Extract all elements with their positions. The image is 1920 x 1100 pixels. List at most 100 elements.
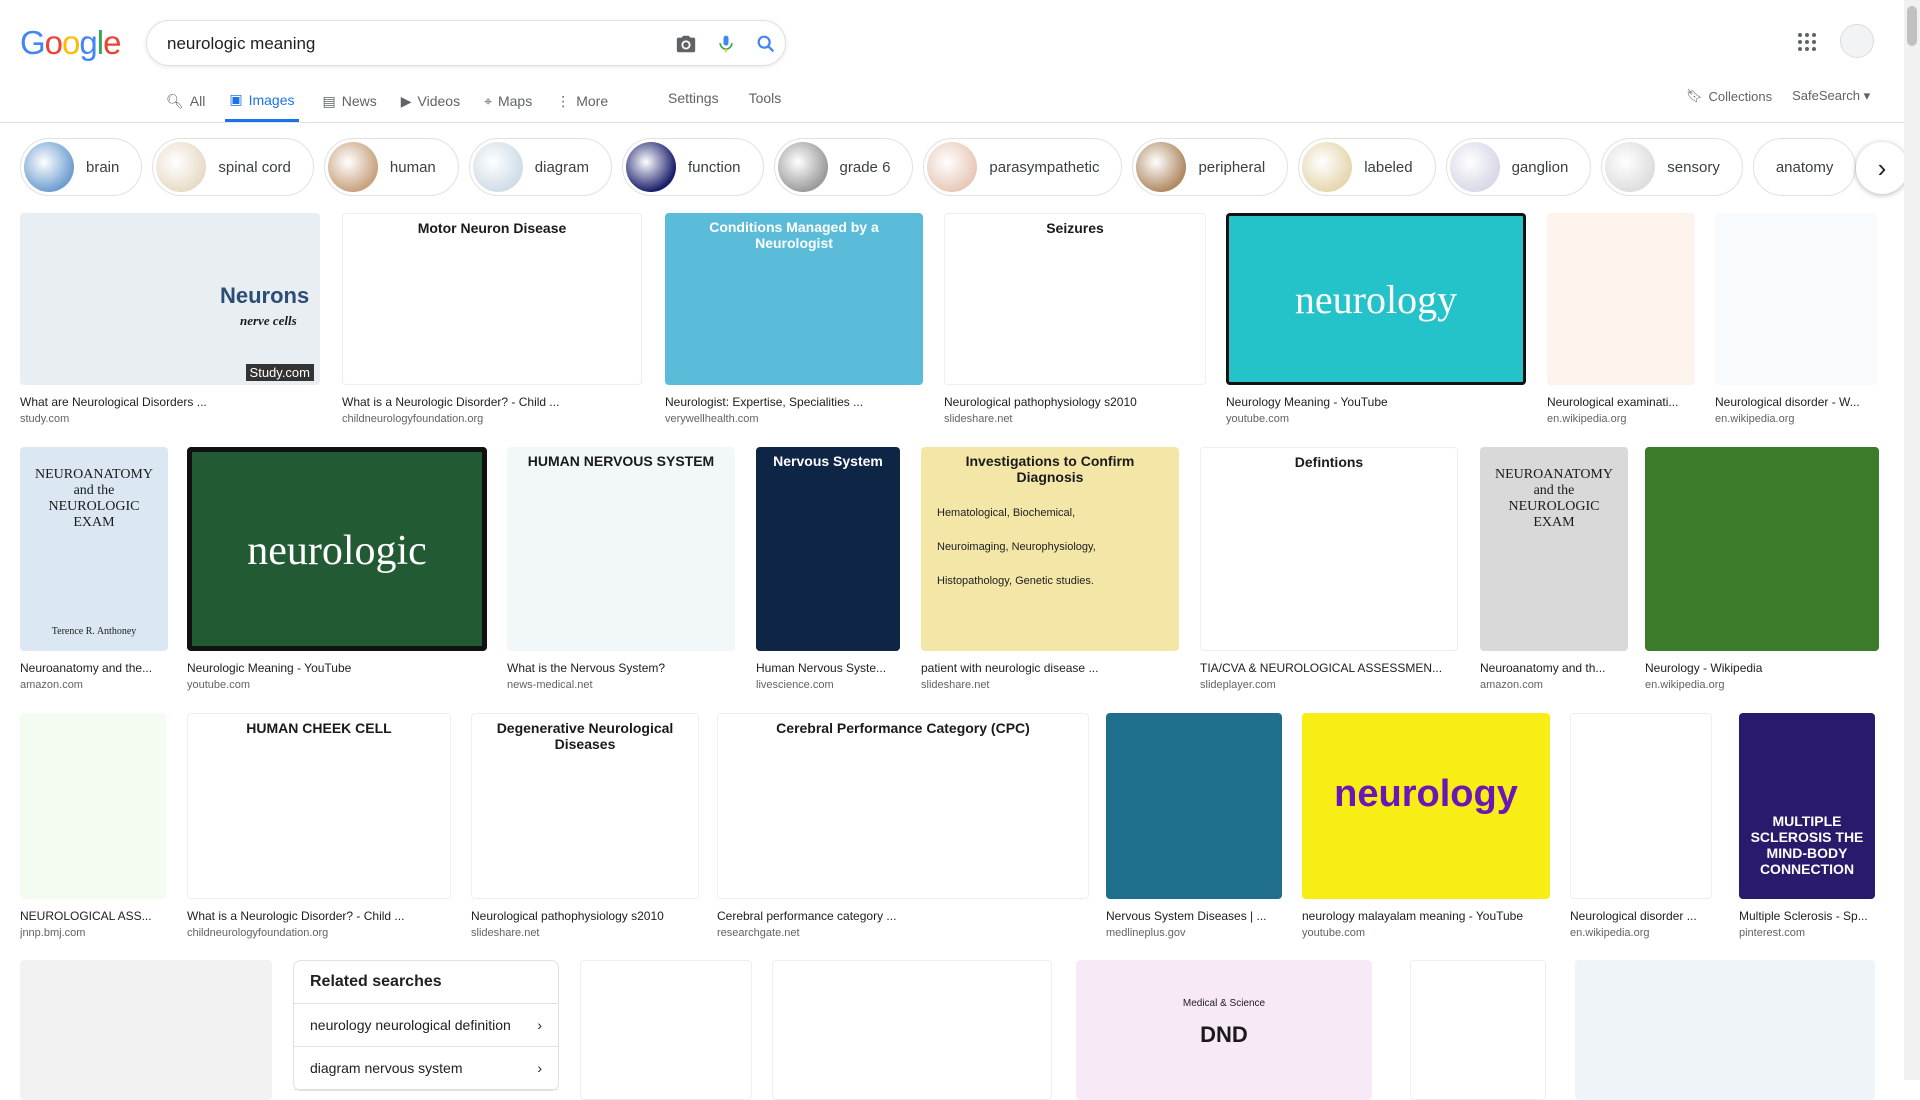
image-result[interactable]: Nervous System Diseases | ... medlineplus… bbox=[1106, 713, 1282, 939]
result-caption[interactable]: Cerebral performance category ... bbox=[717, 909, 1089, 923]
result-caption[interactable]: Neuroanatomy and th... bbox=[1480, 661, 1628, 675]
image-result[interactable]: neurology neurology malayalam meaning - Y… bbox=[1302, 713, 1550, 939]
search-input[interactable] bbox=[167, 32, 647, 56]
chip-diagram[interactable]: diagram bbox=[468, 138, 612, 196]
result-caption[interactable]: Neurological disorder - W... bbox=[1715, 395, 1877, 409]
result-thumbnail[interactable] bbox=[1575, 960, 1875, 1100]
chip-brain[interactable]: brain bbox=[20, 138, 143, 196]
result-caption[interactable]: Neurological pathophysiology s2010 bbox=[944, 395, 1206, 409]
result-thumbnail[interactable]: Conditions Managed by a Neurologist bbox=[665, 213, 923, 385]
scrollbar-thumb[interactable] bbox=[1907, 6, 1917, 46]
result-thumbnail[interactable]: neurology bbox=[1226, 213, 1526, 385]
result-source[interactable]: en.wikipedia.org bbox=[1715, 413, 1877, 425]
chip-human[interactable]: human bbox=[323, 138, 459, 196]
image-result[interactable]: Defintions TIA/CVA & NEUROLOGICAL ASSESSM… bbox=[1200, 447, 1458, 691]
result-thumbnail[interactable]: Seizures bbox=[944, 213, 1206, 385]
result-source[interactable]: youtube.com bbox=[1302, 927, 1550, 939]
result-thumbnail[interactable]: NEUROANATOMY and the NEUROLOGIC EXAM Tere… bbox=[20, 447, 168, 651]
image-result[interactable] bbox=[772, 960, 1052, 1100]
result-source[interactable]: en.wikipedia.org bbox=[1547, 413, 1695, 425]
chip-grade-6[interactable]: grade 6 bbox=[773, 138, 914, 196]
related-search-item[interactable]: diagram nervous system › bbox=[294, 1047, 558, 1090]
image-result[interactable]: HUMAN NERVOUS SYSTEM What is the Nervous … bbox=[507, 447, 735, 691]
result-thumbnail[interactable] bbox=[1715, 213, 1877, 385]
result-source[interactable]: livescience.com bbox=[756, 679, 900, 691]
result-thumbnail[interactable] bbox=[1410, 960, 1546, 1100]
result-source[interactable]: verywellhealth.com bbox=[665, 413, 923, 425]
result-source[interactable]: amazon.com bbox=[1480, 679, 1628, 691]
result-source[interactable]: slideshare.net bbox=[944, 413, 1206, 425]
result-caption[interactable]: Neurological pathophysiology s2010 bbox=[471, 909, 699, 923]
result-source[interactable]: researchgate.net bbox=[717, 927, 1089, 939]
result-caption[interactable]: What is a Neurologic Disorder? - Child .… bbox=[187, 909, 451, 923]
search-icon[interactable] bbox=[753, 31, 779, 57]
result-source[interactable]: en.wikipedia.org bbox=[1570, 927, 1712, 939]
result-thumbnail[interactable]: Neurons nerve cells Study.com bbox=[20, 213, 320, 385]
result-thumbnail[interactable] bbox=[20, 960, 272, 1100]
result-thumbnail[interactable]: Motor Neuron Disease bbox=[342, 213, 642, 385]
result-thumbnail[interactable]: Investigations to Confirm Diagnosis Hemat… bbox=[921, 447, 1179, 651]
tab-all[interactable]: 🔍︎ All bbox=[166, 88, 205, 122]
result-source[interactable]: jnnp.bmj.com bbox=[20, 927, 166, 939]
image-result[interactable]: Motor Neuron Disease What is a Neurologic… bbox=[342, 213, 642, 425]
result-caption[interactable]: Nervous System Diseases | ... bbox=[1106, 909, 1282, 923]
image-result[interactable] bbox=[20, 960, 272, 1100]
image-result[interactable]: Investigations to Confirm Diagnosis Hemat… bbox=[921, 447, 1179, 691]
result-thumbnail[interactable]: HUMAN NERVOUS SYSTEM bbox=[507, 447, 735, 651]
settings-link[interactable]: Settings bbox=[668, 90, 719, 106]
chip-anatomy[interactable]: anatomy bbox=[1752, 138, 1857, 196]
chip-spinal-cord[interactable]: spinal cord bbox=[152, 138, 314, 196]
result-caption[interactable]: Neurologic Meaning - YouTube bbox=[187, 661, 487, 675]
image-result[interactable] bbox=[580, 960, 752, 1100]
image-result[interactable]: Seizures Neurological pathophysiology s20… bbox=[944, 213, 1206, 425]
result-caption[interactable]: neurology malayalam meaning - YouTube bbox=[1302, 909, 1550, 923]
result-source[interactable]: slideplayer.com bbox=[1200, 679, 1458, 691]
image-result[interactable]: Neurological disorder ... en.wikipedia.or… bbox=[1570, 713, 1712, 939]
image-result[interactable]: Neurology - Wikipedia en.wikipedia.org bbox=[1645, 447, 1879, 691]
microphone-icon[interactable] bbox=[713, 31, 739, 57]
result-source[interactable]: pinterest.com bbox=[1739, 927, 1875, 939]
tab-more[interactable]: ⋮ More bbox=[556, 88, 608, 122]
chip-peripheral[interactable]: peripheral bbox=[1132, 138, 1289, 196]
result-source[interactable]: youtube.com bbox=[187, 679, 487, 691]
result-thumbnail[interactable] bbox=[1106, 713, 1282, 899]
tab-videos[interactable]: ▶ Videos bbox=[401, 88, 460, 122]
result-source[interactable]: slideshare.net bbox=[471, 927, 699, 939]
result-thumbnail[interactable]: Cerebral Performance Category (CPC) bbox=[717, 713, 1089, 899]
tab-maps[interactable]: ⌖ Maps bbox=[484, 88, 532, 122]
image-result[interactable]: Neurological examinati... en.wikipedia.or… bbox=[1547, 213, 1695, 425]
result-source[interactable]: en.wikipedia.org bbox=[1645, 679, 1879, 691]
result-caption[interactable]: Human Nervous Syste... bbox=[756, 661, 900, 675]
apps-grid-icon[interactable] bbox=[1795, 30, 1819, 54]
image-result[interactable]: DND Medical & Science bbox=[1076, 960, 1372, 1100]
chip-ganglion[interactable]: ganglion bbox=[1445, 138, 1592, 196]
google-logo[interactable]: Google bbox=[20, 24, 121, 62]
result-thumbnail[interactable] bbox=[580, 960, 752, 1100]
result-source[interactable]: news-medical.net bbox=[507, 679, 735, 691]
result-thumbnail[interactable]: Degenerative Neurological Diseases bbox=[471, 713, 699, 899]
image-result[interactable] bbox=[1410, 960, 1546, 1100]
search-box[interactable] bbox=[146, 20, 786, 66]
result-caption[interactable]: Multiple Sclerosis - Sp... bbox=[1739, 909, 1875, 923]
image-result[interactable]: Neurological disorder - W... en.wikipedia… bbox=[1715, 213, 1877, 425]
image-result[interactable]: NEUROLOGICAL ASS... jnnp.bmj.com bbox=[20, 713, 166, 939]
image-result[interactable]: Conditions Managed by a Neurologist Neuro… bbox=[665, 213, 923, 425]
result-source[interactable]: childneurologyfoundation.org bbox=[342, 413, 642, 425]
chevron-right-icon[interactable]: › bbox=[1856, 142, 1908, 194]
result-caption[interactable]: patient with neurologic disease ... bbox=[921, 661, 1179, 675]
result-caption[interactable]: Neuroanatomy and the... bbox=[20, 661, 168, 675]
chip-sensory[interactable]: sensory bbox=[1601, 138, 1743, 196]
result-caption[interactable]: What is a Neurologic Disorder? - Child .… bbox=[342, 395, 642, 409]
result-source[interactable]: amazon.com bbox=[20, 679, 168, 691]
tools-link[interactable]: Tools bbox=[749, 90, 782, 106]
image-result[interactable]: neurologic Neurologic Meaning - YouTube yo… bbox=[187, 447, 487, 691]
result-thumbnail[interactable]: Defintions bbox=[1200, 447, 1458, 651]
image-result[interactable]: NEUROANATOMY and the NEUROLOGIC EXAM Neur… bbox=[1480, 447, 1628, 691]
result-thumbnail[interactable] bbox=[1645, 447, 1879, 651]
collections-link[interactable]: 🔖︎ Collections bbox=[1686, 88, 1772, 104]
result-thumbnail[interactable]: HUMAN CHEEK CELL bbox=[187, 713, 451, 899]
result-thumbnail[interactable]: neurologic bbox=[187, 447, 487, 651]
result-source[interactable]: childneurologyfoundation.org bbox=[187, 927, 451, 939]
related-search-item[interactable]: neurology neurological definition › bbox=[294, 1004, 558, 1047]
image-result[interactable]: Cerebral Performance Category (CPC) Cereb… bbox=[717, 713, 1089, 939]
